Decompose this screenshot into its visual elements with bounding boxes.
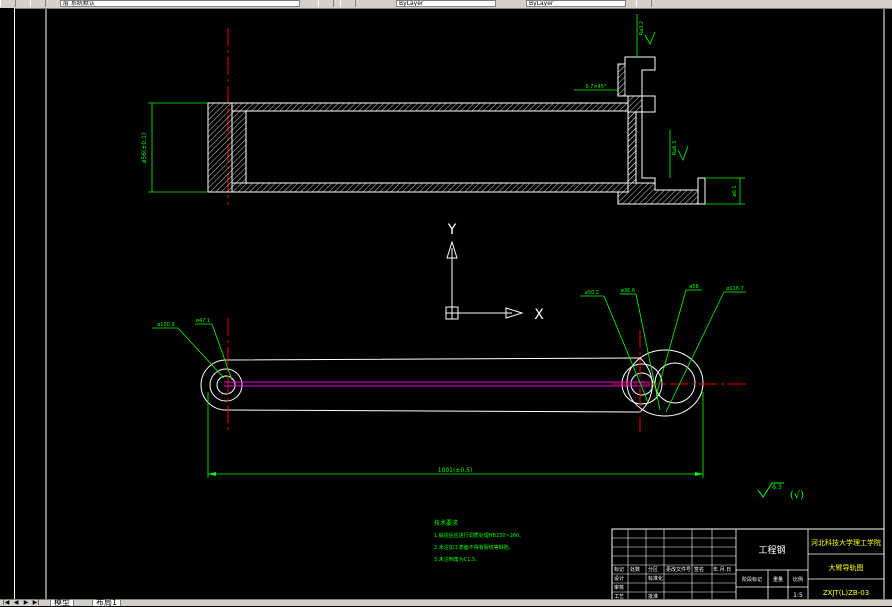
title-block: 标记 处数 分区 更改文件号 签名 年.月.日 设计 标准化 审核 工艺 批准 … <box>611 528 885 605</box>
toolbar-button[interactable] <box>0 0 16 7</box>
tab-nav-first-icon[interactable]: |◀ <box>2 600 10 606</box>
note-3: 3.未注倒角为C1.5。 <box>434 556 480 563</box>
tb-label-count: 处数 <box>630 566 640 573</box>
ucs-icon: Y X <box>445 222 544 323</box>
tab-nav-prev-icon[interactable]: ◀ <box>12 600 20 606</box>
toolbar-button[interactable] <box>636 0 652 7</box>
dim-chamfer: 0.7×45° <box>585 84 607 90</box>
toolbar-button[interactable] <box>340 0 356 7</box>
ucs-y-label: Y <box>447 222 457 238</box>
tb-label-sign: 签名 <box>694 566 704 573</box>
dim-d58: ø58 <box>689 284 698 290</box>
tb-label-docno: 更改文件号 <box>666 566 691 573</box>
dim-d50: ø50.2 <box>585 290 599 296</box>
tab-nav-last-icon[interactable]: ▶| <box>32 600 40 606</box>
tb-label-date: 年.月.日 <box>713 566 731 573</box>
tab-nav-next-icon[interactable]: ▶ <box>22 600 30 606</box>
dim-slot: ø0.1 <box>732 185 738 196</box>
dim-d36: ø36.6 <box>621 288 635 294</box>
note-2: 2.未注加工表面不得有裂纹等缺陷。 <box>434 544 514 551</box>
tb-label-zone: 分区 <box>648 566 658 573</box>
tab-model[interactable]: 模型 <box>50 599 74 607</box>
drawing-border <box>45 7 885 605</box>
tb-part-name: 大臂导轨图 <box>829 563 864 572</box>
plan-view <box>200 318 748 432</box>
ucs-x-label: X <box>534 307 544 323</box>
layout-tab-bar: |◀ ◀ ▶ ▶| 模型 布局1 <box>0 599 892 607</box>
section-view <box>207 28 706 205</box>
lineweight-combo[interactable]: ByLayer <box>526 0 626 7</box>
technical-notes: 技术要求 1.锻造后应进行调质处理HB230~260。 2.未注加工表面不得有裂… <box>434 519 524 563</box>
dim-d47: ø47.1 <box>196 318 210 324</box>
dim-surface-2: Ra6.3 <box>672 141 678 155</box>
toolbar: 层 系统默认 ByLayer ByLayer <box>0 0 892 9</box>
tb-scale: 1:5 <box>793 592 803 599</box>
tb-label-weight: 重量 <box>773 576 783 583</box>
dim-d116: ø116.7 <box>726 286 743 292</box>
roughness-symbol: 6.3 (√) <box>757 482 804 501</box>
note-1: 1.锻造后应进行调质处理HB230~260。 <box>434 532 524 539</box>
tb-label-ratio: 比例 <box>793 576 803 583</box>
notes-title: 技术要求 <box>434 519 458 527</box>
tb-label-stage: 阶段标记 <box>742 576 762 583</box>
toolbar-button[interactable] <box>318 0 334 7</box>
dim-length: 1001(±0.5) <box>438 467 473 474</box>
cad-drawing-canvas[interactable]: ø56(±0.1) Ra3.2 0.7×45° Ra6.3 ø0.1 Y X ø… <box>0 0 892 606</box>
tb-drawing-no: ZXJT(L)ZB-03 <box>823 589 869 597</box>
roughness-value: 6.3 <box>772 484 782 491</box>
left-ruler-strip <box>0 8 15 604</box>
roughness-paren: (√) <box>790 490 804 501</box>
dim-d100: ø100.9 <box>157 322 174 328</box>
dim-surface-1: Ra3.2 <box>639 21 645 35</box>
tb-label-std: 标准化 <box>648 575 663 582</box>
layer-combo[interactable]: 层 系统默认 <box>60 0 300 7</box>
linetype-combo[interactable]: ByLayer <box>396 0 496 7</box>
dim-height-left: ø56(±0.1) <box>141 133 148 164</box>
tb-label-mark: 标记 <box>614 566 624 573</box>
tab-layout1[interactable]: 布局1 <box>92 599 122 607</box>
tb-school: 河北科技大学理工学院 <box>811 538 881 547</box>
tb-label-check: 审核 <box>614 584 624 591</box>
toolbar-button[interactable] <box>30 0 46 7</box>
tb-material: 工程钢 <box>758 544 785 556</box>
tb-label-design: 设计 <box>614 575 624 582</box>
